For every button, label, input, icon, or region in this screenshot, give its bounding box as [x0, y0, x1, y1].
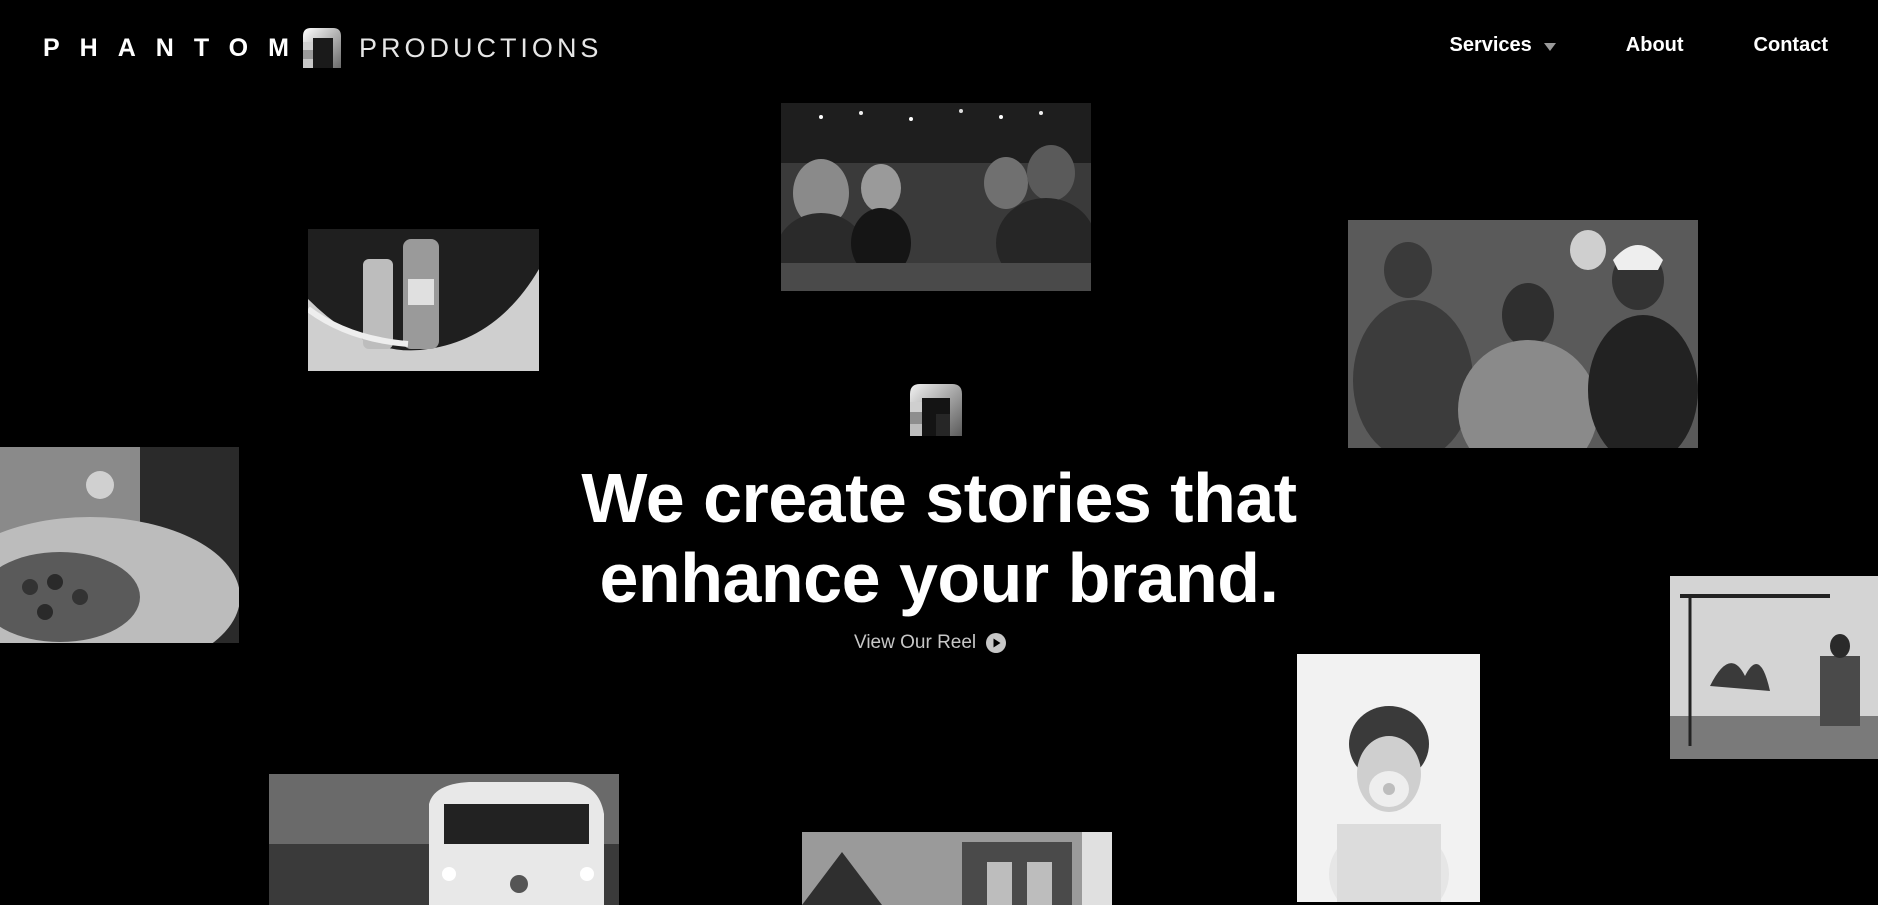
nav-services[interactable]: Services [1449, 34, 1556, 57]
site-header: PHANTOM PRODUCTIONS Services About Conta [0, 0, 1878, 96]
photo-tile-group [1348, 220, 1698, 448]
hero-heading-line1: We create stories that [581, 459, 1297, 537]
photo-tile-celebration [781, 103, 1091, 291]
photo-tile-film-set [1670, 576, 1878, 759]
view-reel-label: View Our Reel [854, 632, 977, 653]
phantom-block-logo-icon [302, 28, 341, 68]
nav-services-label: Services [1449, 34, 1532, 56]
view-reel-link[interactable]: View Our Reel [854, 632, 1007, 654]
main-nav: Services About Contact [1449, 34, 1828, 57]
photo-tile-food [0, 447, 239, 643]
brand-name-right: PRODUCTIONS [358, 32, 603, 63]
nav-contact-label: Contact [1753, 34, 1828, 56]
phantom-block-logo-icon [910, 384, 962, 436]
photo-tile-street [802, 832, 1112, 905]
hero-heading: We create stories that enhance your bran… [489, 458, 1389, 618]
brand-logo[interactable]: PHANTOM PRODUCTIONS [43, 26, 602, 70]
brand-name-left: PHANTOM [43, 33, 309, 62]
nav-about-label: About [1625, 34, 1684, 56]
nav-about[interactable]: About [1626, 34, 1684, 57]
photo-tile-bottles [308, 229, 539, 371]
play-circle-icon [986, 633, 1007, 653]
photo-tile-van [269, 774, 619, 905]
caret-down-icon [1543, 42, 1556, 51]
photo-tile-child [1297, 654, 1480, 902]
nav-contact[interactable]: Contact [1754, 34, 1828, 57]
hero-heading-line2: enhance your brand. [599, 539, 1279, 617]
